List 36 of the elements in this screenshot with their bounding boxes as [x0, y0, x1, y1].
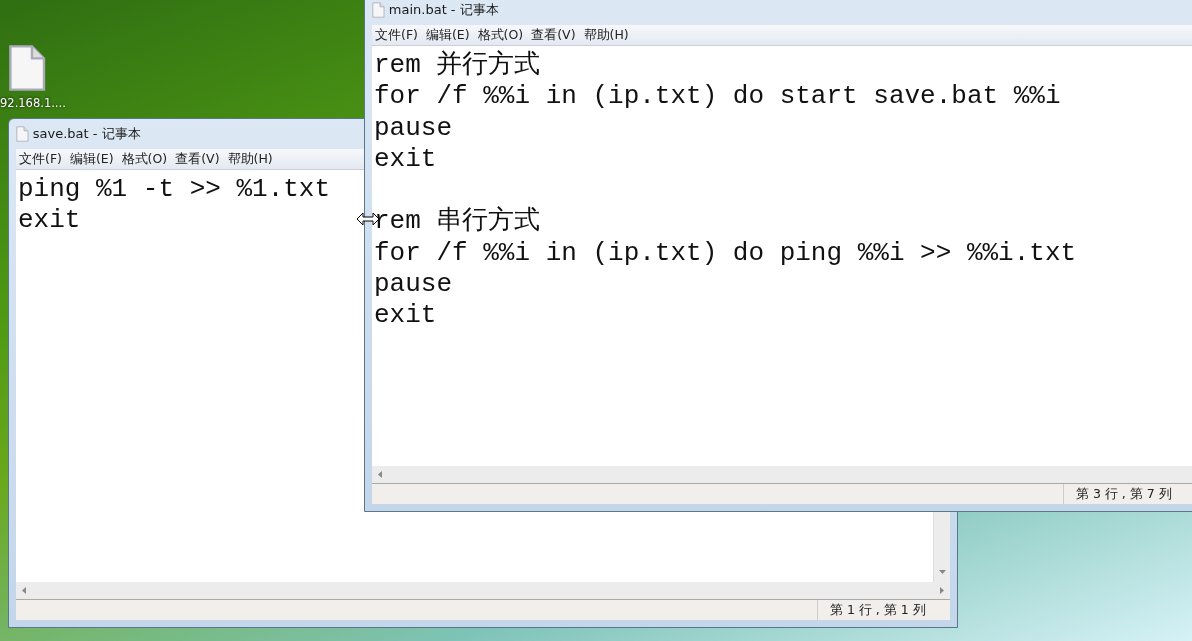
menu-item[interactable]: 帮助(H) — [580, 26, 632, 44]
text-editor[interactable]: rem 并行方式 for /f %%i in (ip.txt) do start save.bat %%i pause exit rem 串行方式 for /f %%i in (ip.txt) do ping %%i >> %%i.txt pause exit — [372, 46, 1192, 466]
menu-item[interactable]: 查看(V) — [528, 26, 579, 44]
menu-item[interactable]: 格式(O) — [118, 150, 171, 168]
menu-item[interactable]: 文件(F) — [372, 26, 421, 44]
document-icon — [372, 2, 385, 18]
menu-item[interactable]: 编辑(E) — [422, 26, 473, 44]
menu-item[interactable]: 格式(O) — [474, 26, 527, 44]
code-line: exit — [374, 143, 437, 176]
code-line: rem 串行方式 — [374, 206, 541, 238]
code-line: pause — [374, 112, 452, 144]
window-title: save.bat - 记事本 — [32, 125, 141, 143]
scroll-left-icon[interactable] — [378, 471, 382, 478]
cursor-position: 第 1 行 , 第 1 列 — [817, 600, 950, 620]
horizontal-scrollbar[interactable] — [372, 466, 1192, 484]
desktop-icon-label[interactable]: 92.168.1.... — [0, 96, 66, 110]
vertical-scrollbar[interactable] — [933, 512, 950, 582]
code-line: rem 并行方式 — [374, 50, 541, 82]
menu-item[interactable]: 编辑(E) — [66, 150, 117, 168]
code-line: for /f %%i in (ip.txt) do start save.bat %%i — [374, 81, 1061, 113]
document-icon — [16, 126, 29, 142]
code-line: exit — [18, 205, 81, 237]
code-line: for /f %%i in (ip.txt) do ping %%i >> %%i.txt — [374, 237, 1077, 270]
code-line: exit — [374, 300, 437, 332]
document-icon — [8, 44, 47, 92]
window-title: main.bat - 记事本 — [388, 1, 499, 19]
menu-item[interactable]: 帮助(H) — [224, 150, 276, 168]
cursor-position: 第 3 行 , 第 7 列 — [1063, 484, 1192, 504]
horizontal-scrollbar[interactable] — [16, 582, 950, 600]
code-line: ping %1 -t >> %1.txt — [18, 174, 331, 206]
scroll-left-icon[interactable] — [22, 587, 26, 594]
code-line: pause — [374, 269, 452, 301]
menu-item[interactable]: 查看(V) — [172, 150, 223, 168]
menu-item[interactable]: 文件(F) — [16, 150, 65, 168]
scroll-down-icon[interactable] — [938, 570, 946, 574]
scroll-right-icon[interactable] — [940, 587, 944, 594]
